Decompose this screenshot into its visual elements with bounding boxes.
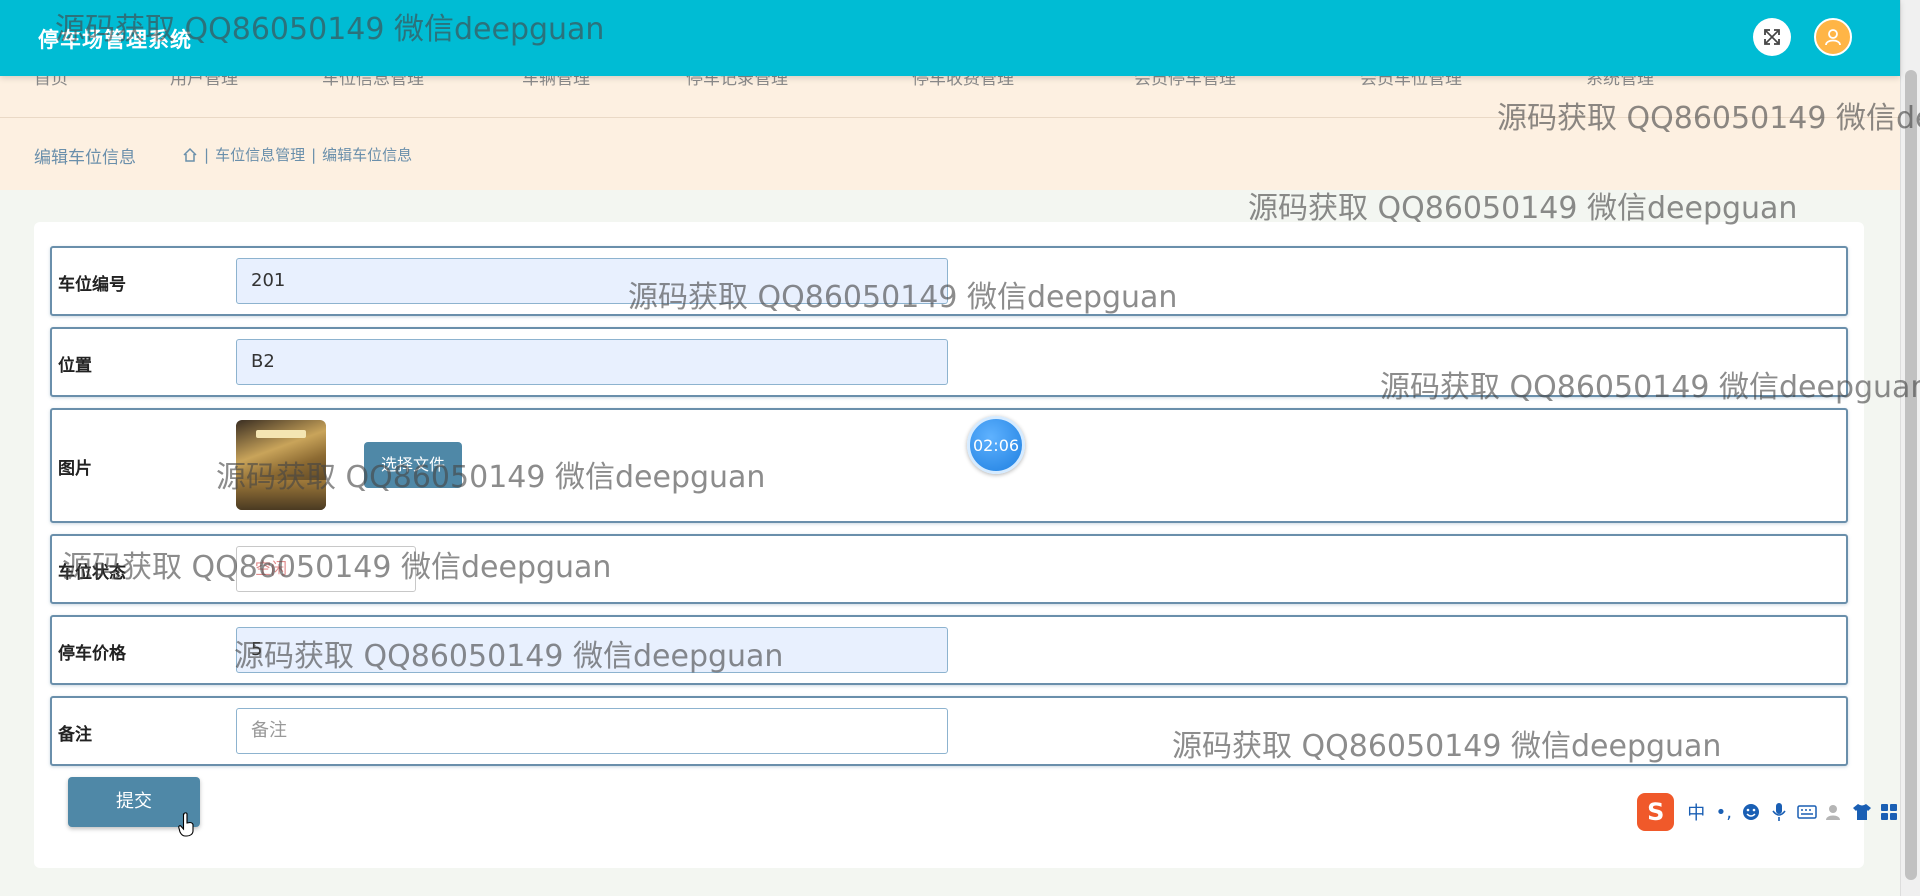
form-row-space-number: 车位编号 201 xyxy=(50,246,1848,316)
top-header: 停车场管理系统 xyxy=(0,0,1900,76)
ime-toolbar: S 中 •, xyxy=(1637,792,1903,832)
form-row-status: 车位状态 空闲 xyxy=(50,534,1848,604)
form-row-location: 位置 B2 xyxy=(50,327,1848,397)
thumbnail-lamp xyxy=(256,430,306,438)
space-number-label: 车位编号 xyxy=(58,275,126,295)
price-label: 停车价格 xyxy=(58,644,126,664)
breadcrumb: | 车位信息管理 | 编辑车位信息 xyxy=(182,144,412,165)
ime-mode-toggle[interactable]: 中 xyxy=(1682,798,1710,826)
remark-label: 备注 xyxy=(58,725,92,745)
user-settings-icon[interactable] xyxy=(1820,798,1848,826)
hand-pointer-icon xyxy=(178,812,194,837)
keyboard-icon[interactable] xyxy=(1793,798,1821,826)
form-row-price: 停车价格 5 xyxy=(50,615,1848,685)
punctuation-toggle[interactable]: •, xyxy=(1710,798,1738,826)
space-number-input[interactable]: 201 xyxy=(236,258,948,304)
page-title: 编辑车位信息 xyxy=(34,148,136,168)
sogou-logo-icon[interactable]: S xyxy=(1637,793,1675,831)
toolbox-grid-icon[interactable] xyxy=(1875,798,1903,826)
user-avatar-button[interactable] xyxy=(1814,18,1852,56)
price-input[interactable]: 5 xyxy=(236,627,948,673)
breadcrumb-bar: 编辑车位信息 | 车位信息管理 | 编辑车位信息 xyxy=(0,118,1900,190)
timer-badge: 02:06 xyxy=(967,416,1025,474)
expand-icon xyxy=(1764,29,1780,45)
page-scrollbar[interactable] xyxy=(1900,0,1920,896)
user-avatar-icon xyxy=(1825,29,1841,46)
image-label: 图片 xyxy=(58,459,92,479)
form-row-image: 图片 选择文件 xyxy=(50,408,1848,523)
breadcrumb-level1[interactable]: 车位信息管理 xyxy=(215,144,305,165)
form-row-remark: 备注 备注 xyxy=(50,696,1848,766)
breadcrumb-level2: 编辑车位信息 xyxy=(322,146,413,164)
remark-input[interactable]: 备注 xyxy=(236,708,948,754)
status-label: 车位状态 xyxy=(58,563,126,583)
emoji-icon[interactable] xyxy=(1738,798,1766,826)
status-select[interactable]: 空闲 xyxy=(236,546,416,592)
skin-shirt-icon[interactable] xyxy=(1848,798,1876,826)
breadcrumb-separator: | xyxy=(311,145,317,164)
breadcrumb-separator: | xyxy=(204,145,210,164)
app-title: 停车场管理系统 xyxy=(38,28,192,52)
home-icon[interactable] xyxy=(182,147,198,163)
fullscreen-button[interactable] xyxy=(1753,18,1791,56)
location-input[interactable]: B2 xyxy=(236,339,948,385)
location-label: 位置 xyxy=(58,356,92,376)
parking-image-thumbnail xyxy=(236,420,326,510)
microphone-icon[interactable] xyxy=(1765,798,1793,826)
choose-file-button[interactable]: 选择文件 xyxy=(364,442,462,488)
scrollbar-thumb[interactable] xyxy=(1905,70,1917,880)
thumbnail-floor xyxy=(236,480,326,510)
